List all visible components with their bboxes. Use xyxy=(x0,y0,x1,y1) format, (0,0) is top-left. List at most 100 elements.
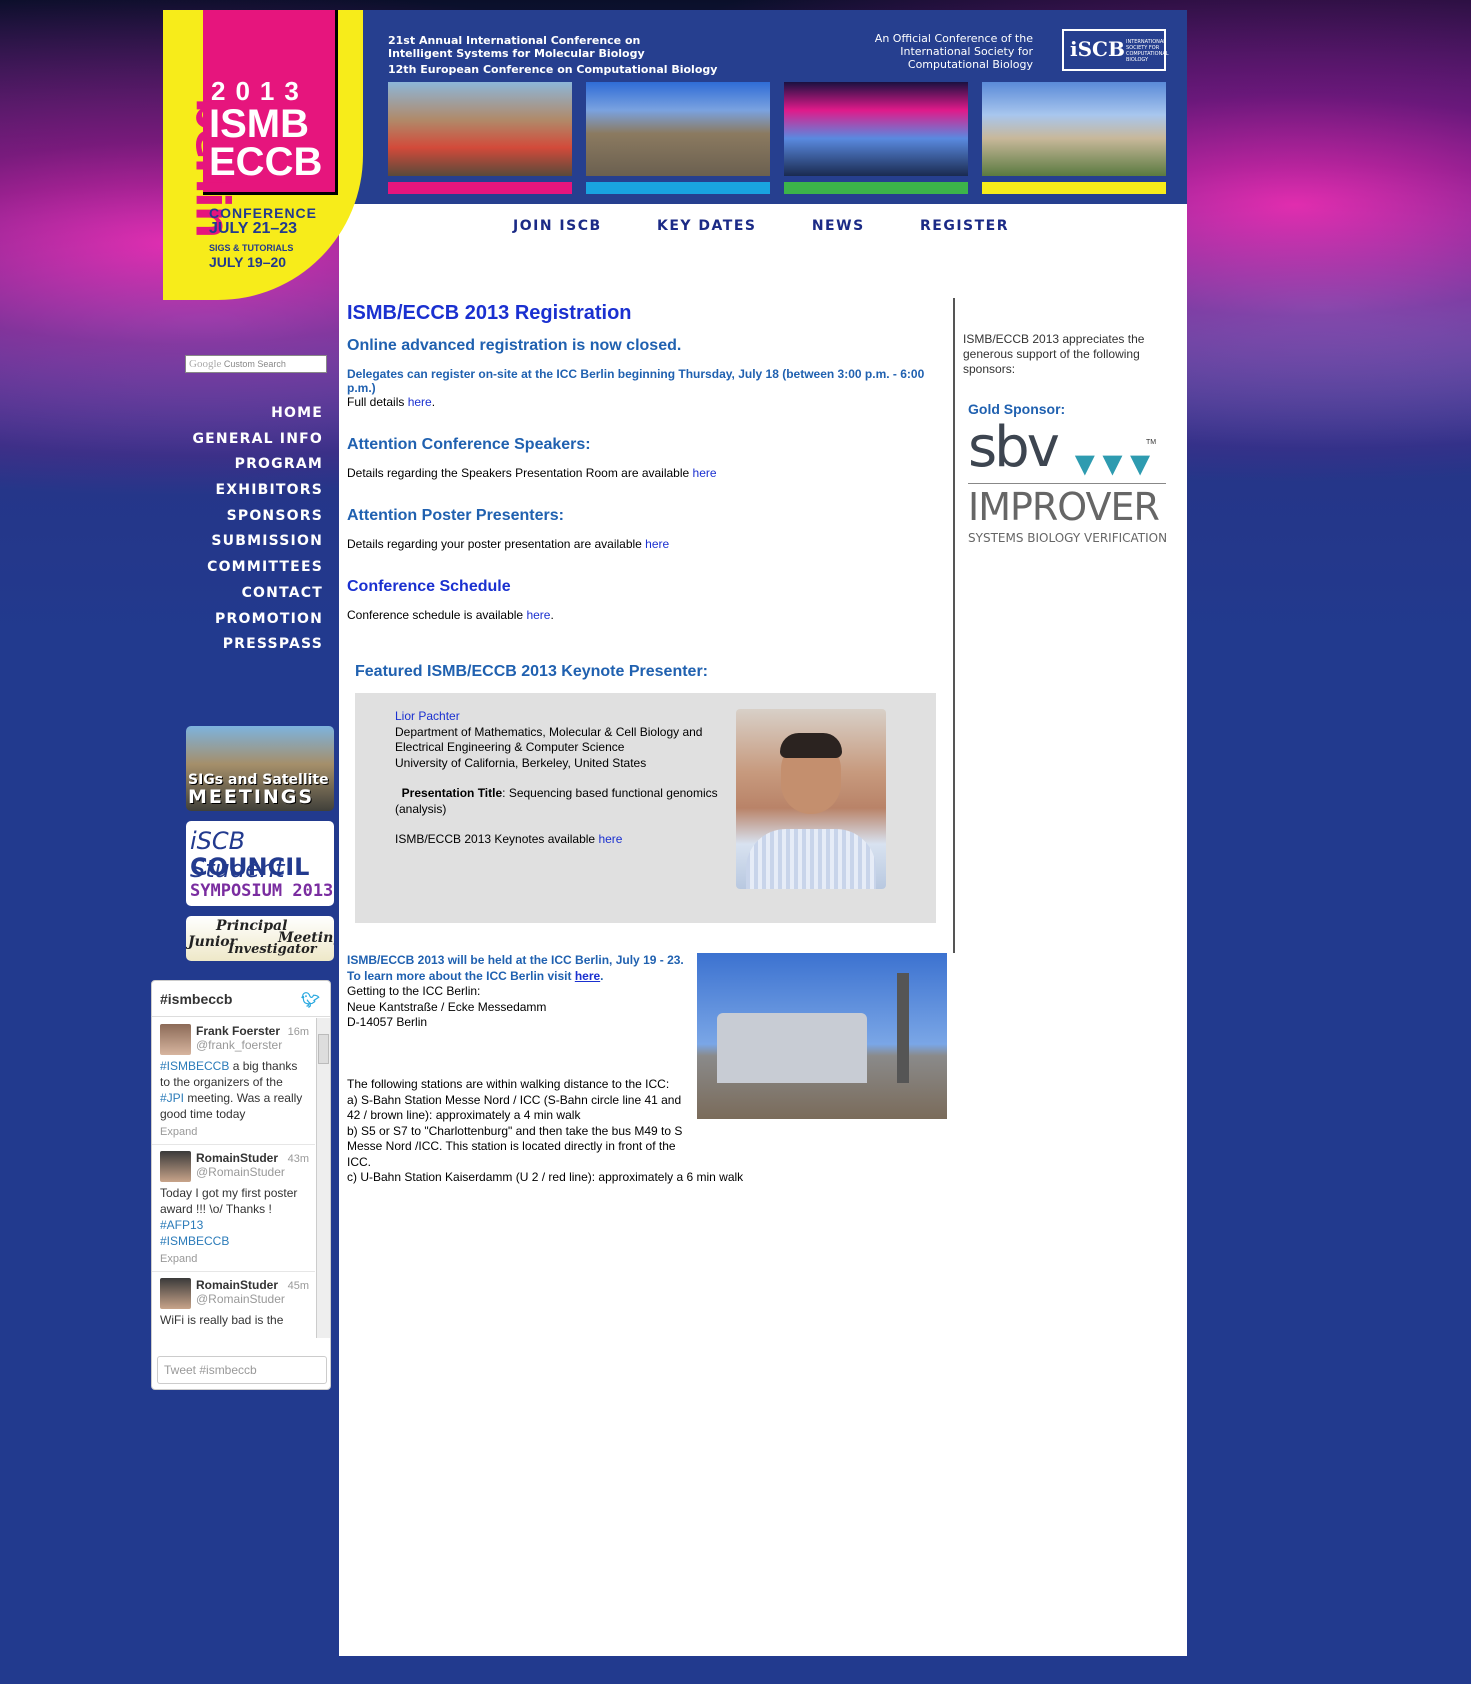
iscb-logo-small: INTERNATIONAL SOCIETY FOR COMPUTATIONAL … xyxy=(1126,39,1169,63)
main-content: ISMB/ECCB 2013 Registration Online advan… xyxy=(347,302,947,1184)
nav-join-iscb[interactable]: JOIN ISCB xyxy=(513,218,602,234)
photo-strip-pink xyxy=(388,182,572,194)
column-divider xyxy=(953,298,955,953)
tweet[interactable]: Frank Foerster 16m @frank_foerster #ISMB… xyxy=(152,1018,315,1145)
tweet-time[interactable]: 45m xyxy=(288,1280,309,1292)
sigs-satellite-banner[interactable]: SIGs and Satellite MEETINGS xyxy=(186,726,334,811)
sidebar-item-promotion[interactable]: PROMOTION xyxy=(163,611,323,637)
full-details-link[interactable]: here xyxy=(408,395,432,409)
speakers-heading: Attention Conference Speakers: xyxy=(347,436,591,453)
full-details-line: Full details here. xyxy=(347,395,436,409)
avatar[interactable] xyxy=(160,1278,191,1309)
registration-closed-notice: Online advanced registration is now clos… xyxy=(347,337,682,354)
tweet-scrollbar[interactable] xyxy=(316,1018,330,1338)
tweet-expand-link[interactable]: Expand xyxy=(160,1126,307,1138)
page-title: ISMB/ECCB 2013 Registration xyxy=(347,302,632,324)
photo-strip-yellow xyxy=(982,182,1166,194)
tweet-time[interactable]: 16m xyxy=(288,1026,309,1038)
keynotes-line: ISMB/ECCB 2013 Keynotes available here xyxy=(395,832,735,848)
icc-held-text: ISMB/ECCB 2013 will be held at the ICC B… xyxy=(347,953,684,983)
tweet-handle[interactable]: @RomainStuder xyxy=(196,1165,307,1179)
iscb-logo-text: iSCB xyxy=(1070,37,1125,61)
poster-link[interactable]: here xyxy=(645,537,669,551)
nav-news[interactable]: NEWS xyxy=(812,218,865,234)
full-details-label: Full details xyxy=(347,395,408,409)
photo-strip-green xyxy=(784,182,968,194)
onsite-registration-note: Delegates can register on-site at the IC… xyxy=(347,367,925,395)
tweet-hashtag[interactable]: #ISMBECCB xyxy=(160,1234,229,1248)
header-photos xyxy=(388,82,1188,194)
logo-title: ISMB ECCB xyxy=(209,102,322,182)
junior-pi-banner[interactable]: Junior Principal Investigator Meeting xyxy=(186,916,334,961)
keynote-name[interactable]: Lior Pachter xyxy=(395,709,735,725)
ismb-eccb-logo[interactable]: berlin 2013 ISMB ECCB CONFERENCE JULY 21… xyxy=(163,10,363,300)
nav-key-dates[interactable]: KEY DATES xyxy=(657,218,757,234)
icc-address-2: D-14057 Berlin xyxy=(347,1015,428,1029)
student-council-banner[interactable]: iSCB Student COUNCIL SYMPOSIUM 2013 xyxy=(186,821,334,906)
poster-text-label: Details regarding your poster presentati… xyxy=(347,537,646,551)
tweet-text: WiFi is really bad is the xyxy=(160,1313,284,1327)
iscb-logo[interactable]: iSCB INTERNATIONAL SOCIETY FOR COMPUTATI… xyxy=(1062,29,1169,71)
sidebar-item-home[interactable]: HOME xyxy=(163,405,323,431)
schedule-link[interactable]: here xyxy=(526,608,550,622)
sidebar-item-sponsors[interactable]: SPONSORS xyxy=(163,508,323,534)
twitter-hashtag[interactable]: #ismbeccb xyxy=(160,991,232,1007)
speakers-text-label: Details regarding the Speakers Presentat… xyxy=(347,466,693,480)
avatar[interactable] xyxy=(160,1151,191,1182)
sidebar-item-presspass[interactable]: PRESSPASS xyxy=(163,636,323,662)
tweet-text: #ISMBECCB a big thanks to the organizers… xyxy=(160,1058,307,1122)
tweet-handle[interactable]: @RomainStuder xyxy=(196,1292,307,1306)
sidebar-item-exhibitors[interactable]: EXHIBITORS xyxy=(163,482,323,508)
icc-address-1: Neue Kantstraße / Ecke Messedamm xyxy=(347,999,547,1014)
scrollbar-thumb[interactable] xyxy=(318,1034,329,1064)
search-placeholder: Custom Search xyxy=(223,359,286,369)
tweet-time[interactable]: 43m xyxy=(288,1153,309,1165)
twitter-bird-icon[interactable]: 🐦︎ xyxy=(301,991,320,1009)
conference-title: 21st Annual International Conference on … xyxy=(388,34,717,76)
presentation-label: Presentation Title xyxy=(401,786,503,800)
official-line-1: An Official Conference of the xyxy=(874,32,1033,45)
page-container: 21st Annual International Conference on … xyxy=(151,10,1188,1656)
sidebar-item-submission[interactable]: SUBMISSION xyxy=(163,533,323,559)
title-line-1: 21st Annual International Conference on xyxy=(388,34,641,47)
logo-sigs-dates: JULY 19–20 xyxy=(209,254,287,270)
sbv-text: sbv xyxy=(968,415,1060,480)
nav-register[interactable]: REGISTER xyxy=(920,218,1009,234)
junior-word-2: Principal xyxy=(216,918,288,934)
tweet[interactable]: RomainStuder 43m @RomainStuder Today I g… xyxy=(152,1145,315,1272)
photo-buddy-bears xyxy=(388,82,572,176)
logo-dates: CONFERENCE JULY 21–23 SIGS & TUTORIALS J… xyxy=(209,205,317,269)
schedule-text-label: Conference schedule is available xyxy=(347,608,527,622)
top-navigation: JOIN ISCB KEY DATES NEWS REGISTER xyxy=(513,218,1073,234)
tweet-handle[interactable]: @frank_foerster xyxy=(196,1038,307,1052)
tweet-input[interactable]: Tweet #ismbeccb xyxy=(157,1356,327,1384)
speakers-link[interactable]: here xyxy=(693,466,717,480)
icc-building xyxy=(717,1013,867,1083)
keynotes-link[interactable]: here xyxy=(598,832,622,846)
tweet-hashtag[interactable]: #ISMBECCB xyxy=(160,1059,229,1073)
keynote-dept-2: Electrical Engineering & Computer Scienc… xyxy=(395,740,625,754)
photo-house-of-cultures xyxy=(784,82,968,176)
sidebar-item-committees[interactable]: COMMITTEES xyxy=(163,559,323,585)
tweet[interactable]: RomainStuder 45m @RomainStuder WiFi is r… xyxy=(152,1272,315,1338)
trademark: TM xyxy=(1146,439,1157,446)
sidebar-item-contact[interactable]: CONTACT xyxy=(163,585,323,611)
keynote-dept-1: Department of Mathematics, Molecular & C… xyxy=(395,724,703,739)
official-line-2: International Society for xyxy=(900,45,1033,58)
search-input[interactable]: Google Custom Search xyxy=(185,355,327,373)
keynote-details: Lior Pachter Department of Mathematics, … xyxy=(395,709,735,848)
sidebar-item-program[interactable]: PROGRAM xyxy=(163,456,323,482)
tweet-hashtag[interactable]: #AFP13 xyxy=(160,1218,203,1232)
tweet-hashtag[interactable]: #JPI xyxy=(160,1091,184,1105)
tweet-expand-link[interactable]: Expand xyxy=(160,1253,307,1265)
sbv-chevron-icon: ▼▼▼ xyxy=(1068,445,1157,483)
logo-ismb: ISMB xyxy=(209,102,309,146)
keynote-heading: Featured ISMB/ECCB 2013 Keynote Presente… xyxy=(355,663,708,680)
keynote-photo xyxy=(736,709,886,889)
icc-link[interactable]: here xyxy=(575,969,600,983)
sidebar-item-general-info[interactable]: GENERAL INFO xyxy=(163,431,323,457)
speakers-text: Details regarding the Speakers Presentat… xyxy=(347,466,947,481)
photo-strip-blue xyxy=(586,182,770,194)
avatar[interactable] xyxy=(160,1024,191,1055)
sbv-improver-logo[interactable]: sbv ▼▼▼ TM IMPROVER SYSTEMS BIOLOGY VERI… xyxy=(968,415,1168,548)
